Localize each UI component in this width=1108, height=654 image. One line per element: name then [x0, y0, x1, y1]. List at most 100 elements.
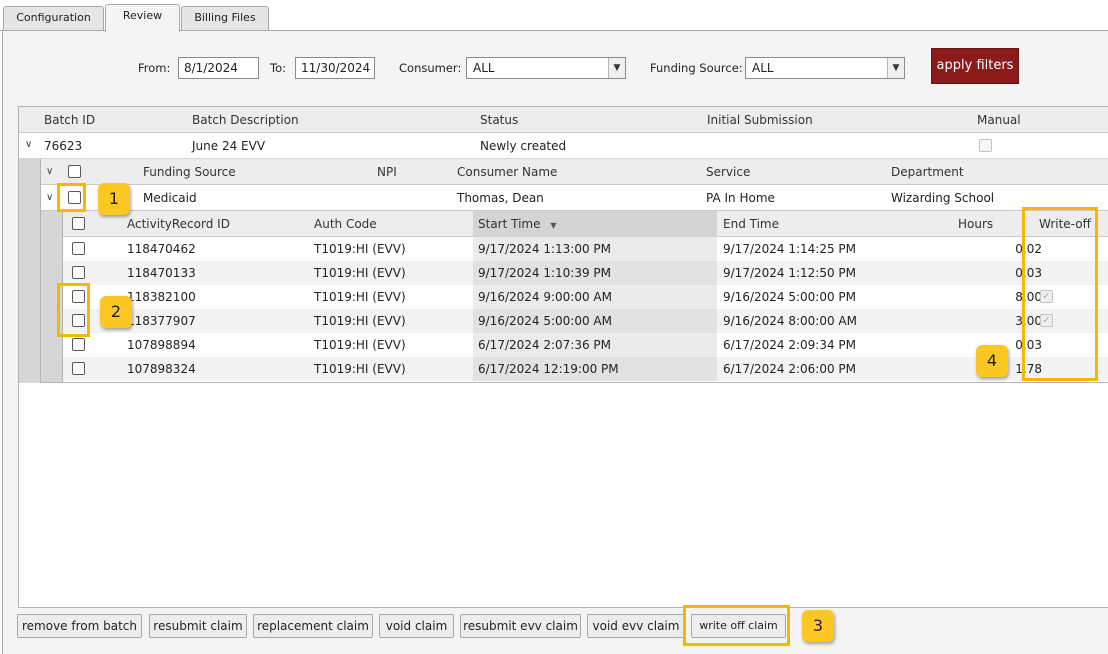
apply-filters-button[interactable]: apply filters	[931, 48, 1019, 84]
activity-row[interactable]: 107898894 T1019:HI (EVV) 6/17/2024 2:07:36…	[63, 333, 1108, 357]
batch-id: 76623	[44, 139, 83, 153]
manual-checkbox	[979, 139, 992, 152]
remove-from-batch-button[interactable]: remove from batch	[17, 614, 142, 638]
col-initial-submission[interactable]: Initial Submission	[707, 107, 813, 133]
activity-record-id: 118382100	[127, 290, 196, 304]
resubmit-claim-button[interactable]: resubmit claim	[149, 614, 247, 638]
to-date-input[interactable]: 11/30/2024	[295, 57, 375, 79]
funding-subgrid: ∨ Funding Source NPI Consumer Name Servi…	[40, 159, 1108, 383]
void-claim-button[interactable]: void claim	[379, 614, 454, 638]
col-start-time-label: Start Time	[478, 217, 541, 231]
start-time: 6/17/2024 12:19:00 PM	[478, 362, 619, 376]
end-time: 9/16/2024 5:00:00 PM	[723, 290, 857, 304]
end-time: 9/17/2024 1:12:50 PM	[723, 266, 857, 280]
activity-row[interactable]: 118470462 T1019:HI (EVV) 9/17/2024 1:13:00…	[63, 237, 1108, 261]
end-time: 9/17/2024 1:14:25 PM	[723, 242, 857, 256]
activity-record-id: 107898894	[127, 338, 196, 352]
col-consumer-name[interactable]: Consumer Name	[457, 159, 557, 185]
consumer-label: Consumer:	[399, 61, 462, 75]
activity-record-id: 118470462	[127, 242, 196, 256]
col-hours[interactable]: Hours	[958, 211, 993, 237]
start-time: 9/16/2024 9:00:00 AM	[478, 290, 612, 304]
activity-row-checkbox[interactable]	[72, 362, 85, 375]
callout-2-highlight	[57, 283, 90, 337]
callout-1-badge: 1	[98, 183, 130, 215]
callout-4-badge: 4	[976, 345, 1008, 377]
auth-code: T1019:HI (EVV)	[314, 290, 406, 304]
consumer-name: Thomas, Dean	[457, 191, 544, 205]
auth-code: T1019:HI (EVV)	[314, 362, 406, 376]
col-auth-code[interactable]: Auth Code	[314, 211, 377, 237]
col-batch-id[interactable]: Batch ID	[44, 107, 95, 133]
col-service[interactable]: Service	[706, 159, 750, 185]
tab-configuration[interactable]: Configuration	[3, 6, 104, 30]
start-time: 9/17/2024 1:13:00 PM	[478, 242, 612, 256]
col-batch-description[interactable]: Batch Description	[192, 107, 299, 133]
activity-record-id: 107898324	[127, 362, 196, 376]
funding-source-value: ALL	[752, 61, 774, 75]
from-date-input[interactable]: 8/1/2024	[178, 57, 259, 79]
activity-record-id: 118377907	[127, 314, 196, 328]
auth-code: T1019:HI (EVV)	[314, 338, 406, 352]
end-time: 6/17/2024 2:06:00 PM	[723, 362, 857, 376]
start-time: 6/17/2024 2:07:36 PM	[478, 338, 612, 352]
end-time: 9/16/2024 8:00:00 AM	[723, 314, 857, 328]
funding-source-label: Funding Source:	[650, 61, 743, 75]
funding-row[interactable]: ∨ Medicaid Thomas, Dean PA In Home Wizar…	[41, 185, 1108, 211]
department: Wizarding School	[891, 191, 995, 205]
col-activity-record-id[interactable]: ActivityRecord ID	[127, 211, 230, 237]
chevron-down-icon[interactable]: ∨	[46, 166, 53, 177]
activity-row[interactable]: 107898324 T1019:HI (EVV) 6/17/2024 12:19:0…	[63, 357, 1108, 381]
review-panel: From: 8/1/2024 To: 11/30/2024 Consumer: …	[2, 31, 1108, 654]
activity-row-checkbox[interactable]	[72, 266, 85, 279]
tab-review[interactable]: Review	[105, 4, 180, 32]
auth-code: T1019:HI (EVV)	[314, 242, 406, 256]
auth-code: T1019:HI (EVV)	[314, 266, 406, 280]
from-label: From:	[138, 61, 171, 75]
callout-3-highlight	[683, 605, 790, 646]
select-all-funding-checkbox[interactable]	[68, 165, 81, 178]
activity-row[interactable]: 118382100 T1019:HI (EVV) 9/16/2024 9:00:00…	[63, 285, 1108, 309]
activity-subgrid: ActivityRecord ID Auth Code Start Time ▼…	[62, 211, 1108, 382]
batch-status: Newly created	[480, 139, 567, 153]
activity-row[interactable]: 118470133 T1019:HI (EVV) 9/17/2024 1:10:39…	[63, 261, 1108, 285]
consumer-select[interactable]: ALL ▼	[466, 57, 626, 79]
col-manual[interactable]: Manual	[977, 107, 1021, 133]
col-end-time[interactable]: End Time	[723, 211, 779, 237]
resubmit-evv-claim-button[interactable]: resubmit evv claim	[460, 614, 581, 638]
callout-4-highlight	[1022, 207, 1098, 381]
callout-2-badge: 2	[100, 296, 132, 328]
batch-header-row: Batch ID Batch Description Status Initia…	[19, 107, 1108, 133]
void-evv-claim-button[interactable]: void evv claim	[587, 614, 685, 638]
auth-code: T1019:HI (EVV)	[314, 314, 406, 328]
chevron-down-icon[interactable]: ∨	[46, 192, 53, 203]
callout-3-badge: 3	[802, 610, 834, 642]
col-start-time[interactable]: Start Time ▼	[478, 211, 556, 239]
funding-header-row: ∨ Funding Source NPI Consumer Name Servi…	[41, 159, 1108, 185]
funding-source-select[interactable]: ALL ▼	[745, 57, 905, 79]
start-time: 9/16/2024 5:00:00 AM	[478, 314, 612, 328]
activity-row-checkbox[interactable]	[72, 338, 85, 351]
col-npi[interactable]: NPI	[377, 159, 397, 185]
end-time: 6/17/2024 2:09:34 PM	[723, 338, 857, 352]
col-status[interactable]: Status	[480, 107, 518, 133]
batch-row[interactable]: ∨ 76623 June 24 EVV Newly created	[19, 133, 1108, 159]
sort-desc-icon: ▼	[550, 221, 557, 230]
activity-row-checkbox[interactable]	[72, 242, 85, 255]
callout-1-highlight	[57, 183, 86, 212]
service: PA In Home	[706, 191, 775, 205]
col-funding-source[interactable]: Funding Source	[143, 159, 236, 185]
chevron-down-icon[interactable]: ∨	[25, 139, 32, 150]
funding-source: Medicaid	[143, 191, 197, 205]
tab-billing-files[interactable]: Billing Files	[181, 6, 269, 30]
chevron-down-icon[interactable]: ▼	[887, 58, 904, 78]
consumer-value: ALL	[473, 61, 495, 75]
chevron-down-icon[interactable]: ▼	[608, 58, 625, 78]
select-all-activities-checkbox[interactable]	[72, 217, 85, 230]
batch-indent-gutter	[19, 159, 40, 383]
activity-record-id: 118470133	[127, 266, 196, 280]
batch-description: June 24 EVV	[192, 139, 266, 153]
col-department[interactable]: Department	[891, 159, 964, 185]
activity-row[interactable]: 118377907 T1019:HI (EVV) 9/16/2024 5:00:00…	[63, 309, 1108, 333]
replacement-claim-button[interactable]: replacement claim	[253, 614, 373, 638]
